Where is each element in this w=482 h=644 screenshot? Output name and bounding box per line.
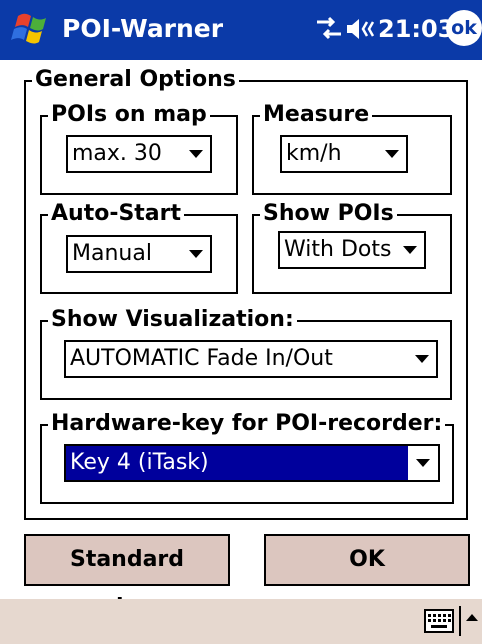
standard-values-button[interactable]: Standard values — [24, 534, 230, 620]
pois-on-map-dropdown[interactable]: max. 30 — [66, 135, 212, 173]
show-pois-legend: Show POIs — [260, 201, 397, 227]
show-visualization-legend: Show Visualization: — [48, 307, 297, 333]
show-pois-value: With Dots — [284, 237, 392, 262]
measure-dropdown[interactable]: km/h — [280, 135, 408, 173]
clock[interactable]: 21:03 — [378, 12, 454, 46]
volume-icon[interactable] — [345, 14, 377, 44]
connectivity-icon[interactable] — [313, 14, 345, 44]
keyboard-icon[interactable] — [424, 609, 454, 633]
chevron-down-icon — [385, 150, 399, 158]
general-options-legend: General Options — [32, 67, 239, 93]
windows-start-icon[interactable] — [10, 6, 56, 52]
measure-legend: Measure — [260, 102, 373, 128]
chevron-down-icon — [189, 150, 203, 158]
chevron-down-icon — [416, 459, 430, 467]
chevron-down-icon — [189, 250, 203, 258]
auto-start-value: Manual — [72, 241, 152, 266]
visualization-dropdown[interactable]: AUTOMATIC Fade In/Out — [64, 340, 438, 378]
chevron-down-icon — [403, 246, 417, 254]
menu-separator — [459, 606, 461, 636]
ok-button[interactable]: OK — [264, 534, 470, 586]
visualization-value: AUTOMATIC Fade In/Out — [70, 346, 333, 371]
pois-on-map-value: max. 30 — [72, 141, 162, 166]
chevron-down-icon — [415, 355, 429, 363]
dropdown-button — [408, 446, 438, 480]
chevron-up-icon[interactable] — [466, 614, 478, 621]
menu-bar — [0, 599, 482, 644]
hardware-key-legend: Hardware-key for POI-recorder: — [48, 411, 446, 437]
app-title: POI-Warner — [62, 14, 224, 43]
title-bar: POI-Warner 21:03 ok — [0, 0, 482, 60]
show-pois-dropdown[interactable]: With Dots — [278, 231, 426, 269]
hardware-key-dropdown[interactable]: Key 4 (iTask) — [64, 444, 440, 482]
auto-start-dropdown[interactable]: Manual — [66, 235, 212, 273]
ok-icon-button[interactable]: ok — [446, 10, 482, 46]
auto-start-legend: Auto-Start — [48, 201, 185, 227]
pois-on-map-legend: POIs on map — [48, 102, 210, 128]
measure-value: km/h — [286, 141, 342, 166]
hardware-key-value: Key 4 (iTask) — [70, 450, 209, 475]
